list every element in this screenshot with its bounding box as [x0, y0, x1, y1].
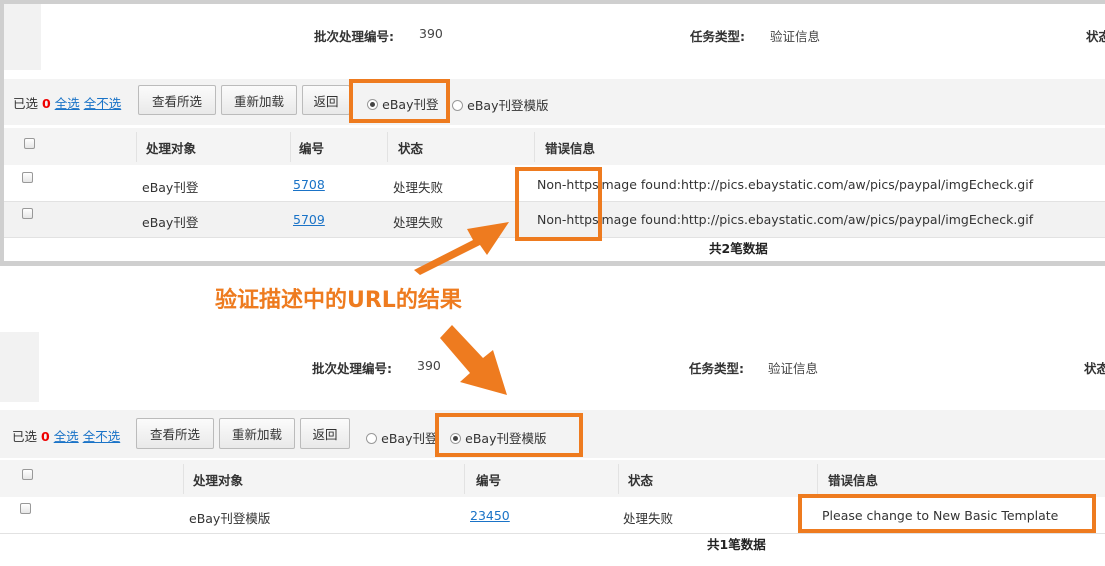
status-label-cut: 状态 — [1084, 361, 1105, 376]
col-header-status: 状态 — [628, 473, 654, 488]
row-checkbox[interactable] — [20, 503, 31, 514]
view-selected-button[interactable]: 查看所选 — [136, 418, 214, 449]
panel-2-left-block — [0, 332, 39, 402]
batch-value: 390 — [417, 358, 441, 373]
selected-prefix: 已选 — [12, 429, 38, 444]
col-sep — [817, 464, 818, 494]
selection-info: 已选 0 全选 全不选 — [12, 426, 120, 445]
select-all-link[interactable]: 全选 — [54, 429, 79, 444]
radio-ebay-listing[interactable]: eBay刊登 — [366, 428, 437, 447]
annotation-text: 验证描述中的URL的结果 — [215, 288, 462, 313]
highlight-box-error — [798, 494, 1096, 533]
reload-button[interactable]: 重新加载 — [219, 418, 295, 449]
row-id-link[interactable]: 23450 — [470, 508, 510, 523]
header-checkbox[interactable] — [22, 469, 33, 480]
total-count: 共1笔数据 — [707, 537, 766, 552]
batch-label: 批次处理编号: — [312, 361, 392, 376]
col-sep — [464, 464, 465, 494]
select-none-link[interactable]: 全不选 — [83, 429, 121, 444]
task-type-label: 任务类型: — [689, 361, 744, 376]
highlight-box-radio — [435, 413, 583, 457]
col-header-id: 编号 — [476, 473, 502, 488]
task-type-value: 验证信息 — [768, 361, 819, 376]
back-button[interactable]: 返回 — [300, 418, 350, 449]
radio-ebay-listing-dot[interactable] — [366, 433, 377, 444]
arrow-down-right-icon — [440, 325, 507, 395]
radio-ebay-listing-label: eBay刊登 — [381, 431, 438, 446]
row-object: eBay刊登模版 — [189, 511, 271, 526]
panel-2-table-header — [0, 460, 1105, 497]
col-sep — [183, 464, 184, 494]
row-divider — [0, 533, 1105, 534]
row-status: 处理失败 — [623, 511, 674, 526]
col-header-error: 错误信息 — [828, 473, 879, 488]
arrow-up-right-icon — [414, 222, 509, 275]
col-sep — [618, 464, 619, 494]
col-header-object: 处理对象 — [193, 473, 244, 488]
selected-count: 0 — [41, 429, 50, 444]
